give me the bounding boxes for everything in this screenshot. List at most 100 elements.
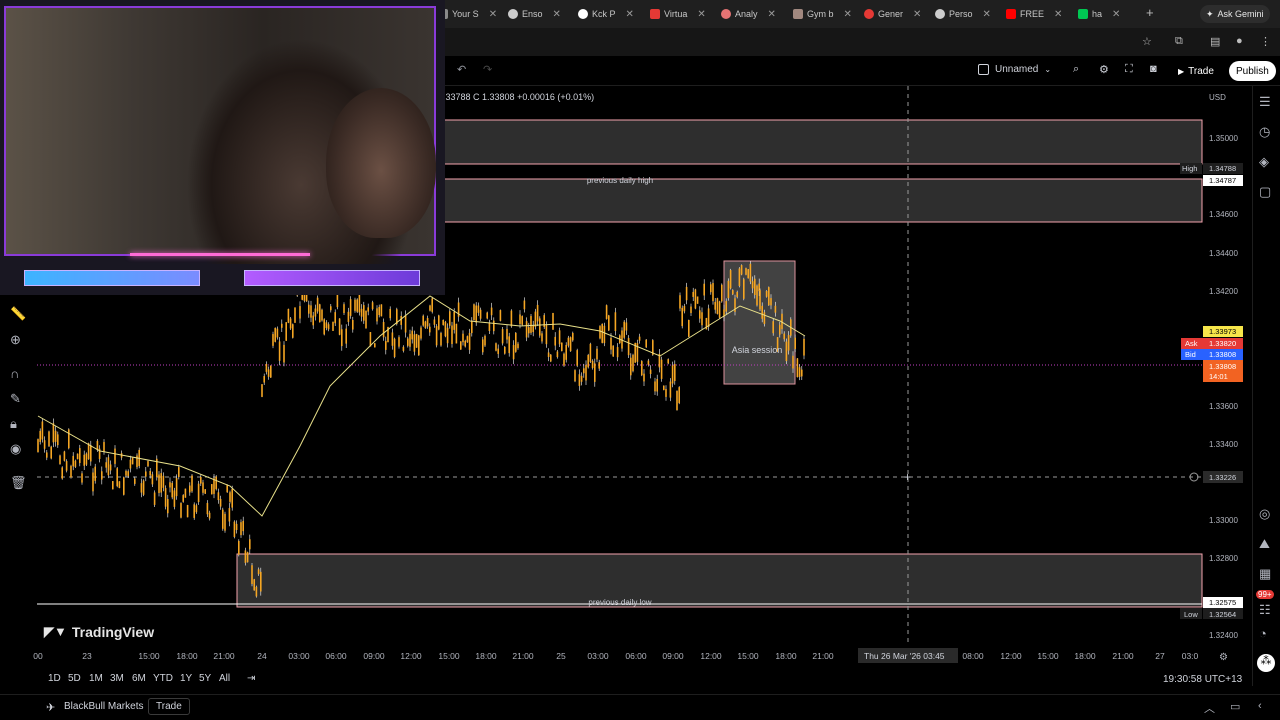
candle-body bbox=[455, 323, 458, 344]
candle-body bbox=[92, 472, 94, 492]
target-icon[interactable]: ◎ bbox=[1259, 506, 1270, 522]
range-ytd[interactable]: YTD bbox=[153, 673, 173, 684]
candle-body bbox=[563, 353, 565, 366]
extensions-icon[interactable]: ⧉ bbox=[1175, 35, 1183, 48]
utc-clock[interactable]: 19:30:58 UTC+13 bbox=[1163, 674, 1242, 685]
magnet-icon[interactable]: ∩ bbox=[10, 366, 19, 381]
maximize-panel-icon[interactable]: ▭ bbox=[1230, 700, 1240, 713]
close-icon[interactable]: ✕ bbox=[626, 9, 634, 20]
candle-body bbox=[556, 351, 559, 358]
trash-icon[interactable]: 🗑︎ bbox=[10, 475, 27, 491]
alerts-clock-icon[interactable]: ◷ bbox=[1259, 124, 1270, 140]
time-axis[interactable]: 00 23 15:00 18:00 21:00 24 03:00 06:00 09:00 12:0… bbox=[0, 646, 1252, 666]
candle-body bbox=[83, 454, 85, 466]
go-to-date-icon[interactable]: ⇥ bbox=[247, 673, 255, 684]
publish-button[interactable]: Publish bbox=[1229, 61, 1276, 81]
watchlist-icon[interactable]: ☰ bbox=[1259, 94, 1271, 110]
range-1y[interactable]: 1Y bbox=[180, 673, 192, 684]
eye-icon[interactable]: ◉ bbox=[10, 441, 21, 457]
range-6m[interactable]: 6M bbox=[132, 673, 146, 684]
broker-trade-button[interactable]: Trade bbox=[148, 698, 190, 715]
close-icon[interactable]: ✕ bbox=[768, 9, 776, 20]
close-icon[interactable]: ✕ bbox=[1054, 9, 1062, 20]
ideas-icon[interactable]: ⛰ bbox=[1259, 536, 1270, 552]
candle-body bbox=[48, 431, 50, 447]
close-icon[interactable]: ✕ bbox=[489, 9, 497, 20]
candle-body bbox=[46, 452, 48, 458]
browser-tab[interactable]: Perso ✕ bbox=[935, 4, 991, 24]
chat-icon[interactable]: ▢ bbox=[1259, 184, 1271, 200]
candle-body bbox=[589, 343, 592, 362]
star-icon[interactable]: ☆ bbox=[1142, 35, 1152, 48]
notifications-icon[interactable]: ☷ bbox=[1259, 602, 1271, 618]
candle-body bbox=[521, 316, 523, 325]
range-1d[interactable]: 1D bbox=[48, 673, 61, 684]
low-marker-price: 1.32575 bbox=[1209, 598, 1236, 607]
redo-icon[interactable]: ↷ bbox=[483, 63, 492, 76]
axis-settings-icon[interactable]: ⚙ bbox=[1219, 652, 1228, 663]
new-tab-button[interactable]: + bbox=[1146, 5, 1154, 20]
candle-body bbox=[189, 485, 191, 493]
zoom-in-icon[interactable]: ⊕ bbox=[10, 332, 21, 348]
time-tick: 03:0 bbox=[1182, 651, 1199, 661]
candle-body bbox=[641, 361, 643, 376]
layout-icon bbox=[978, 64, 989, 75]
browser-tab[interactable]: FREE ✕ bbox=[1006, 4, 1062, 24]
range-5d[interactable]: 5D bbox=[68, 673, 81, 684]
browser-tab[interactable]: Your S ✕ bbox=[438, 4, 497, 24]
broker-logo-icon: ✈ bbox=[46, 702, 56, 714]
browser-tab[interactable]: Kck P ✕ bbox=[578, 4, 634, 24]
range-3m[interactable]: 3M bbox=[110, 673, 124, 684]
close-icon[interactable]: ✕ bbox=[844, 9, 852, 20]
candle-body bbox=[718, 301, 721, 318]
app-menu-icon[interactable]: ⁂ bbox=[1257, 654, 1275, 672]
undo-icon[interactable]: ↶ bbox=[457, 63, 466, 76]
browser-tab[interactable]: Enso ✕ bbox=[508, 4, 561, 24]
candle-body bbox=[292, 324, 294, 338]
layers-icon[interactable]: ◈ bbox=[1259, 154, 1269, 170]
candle-body bbox=[215, 476, 217, 490]
webcam-overlay bbox=[0, 0, 445, 295]
profile-avatar-icon[interactable]: ● bbox=[1236, 35, 1243, 47]
close-icon[interactable]: ✕ bbox=[553, 9, 561, 20]
range-all[interactable]: All bbox=[219, 673, 230, 684]
range-1m[interactable]: 1M bbox=[89, 673, 103, 684]
previous-daily-low-zone bbox=[236, 553, 1203, 608]
quick-search-icon[interactable]: ⌕ bbox=[1073, 63, 1079, 76]
pencil-icon[interactable]: ✎ bbox=[10, 391, 21, 407]
browser-tab[interactable]: ha ✕ bbox=[1078, 4, 1120, 24]
lock-icon[interactable]: 🔒︎ bbox=[10, 416, 17, 432]
ask-gemini-button[interactable]: ✦ Ask Gemini bbox=[1200, 5, 1270, 23]
browser-tab[interactable]: Virtua ✕ bbox=[650, 4, 706, 24]
currency-selector[interactable]: USD bbox=[1209, 93, 1226, 102]
close-icon[interactable]: ✕ bbox=[697, 9, 705, 20]
close-icon[interactable]: ✕ bbox=[983, 9, 991, 20]
camera-icon[interactable]: ◙ bbox=[1150, 63, 1157, 75]
chevron-up-icon[interactable]: ︿ bbox=[1204, 700, 1215, 716]
help-icon[interactable]: ◔ bbox=[1259, 626, 1267, 641]
layout-selector[interactable]: Unnamed ⌄ bbox=[978, 64, 1051, 75]
candle-body bbox=[749, 263, 752, 282]
candle-body bbox=[801, 369, 803, 377]
close-icon[interactable]: ✕ bbox=[913, 9, 921, 20]
time-tick: 15:00 bbox=[737, 651, 759, 661]
broker-name[interactable]: BlackBull Markets bbox=[64, 701, 143, 712]
candle-body bbox=[678, 387, 680, 404]
range-5y[interactable]: 5Y bbox=[199, 673, 211, 684]
close-icon[interactable]: ✕ bbox=[1112, 9, 1120, 20]
settings-icon[interactable]: ⚙ bbox=[1099, 63, 1109, 76]
browser-tab[interactable]: Gener ✕ bbox=[864, 4, 921, 24]
candle-body bbox=[453, 311, 455, 330]
candle-body bbox=[334, 312, 336, 324]
collapse-panel-icon[interactable]: ‹ bbox=[1258, 700, 1262, 712]
browser-tab[interactable]: Gym b ✕ bbox=[793, 4, 852, 24]
menu-dots-icon[interactable]: ⋮ bbox=[1260, 35, 1271, 48]
candle-body bbox=[625, 322, 628, 331]
browser-tab[interactable]: Analy ✕ bbox=[721, 4, 776, 24]
calendar-icon[interactable]: ▦ bbox=[1259, 566, 1271, 582]
candle-body bbox=[779, 324, 781, 335]
ruler-icon[interactable]: 📏 bbox=[10, 306, 26, 322]
fullscreen-icon[interactable]: ⛶ bbox=[1125, 63, 1133, 76]
trade-button[interactable]: ▶ Trade bbox=[1170, 61, 1222, 81]
sidebar-icon[interactable]: ▤ bbox=[1210, 35, 1220, 48]
